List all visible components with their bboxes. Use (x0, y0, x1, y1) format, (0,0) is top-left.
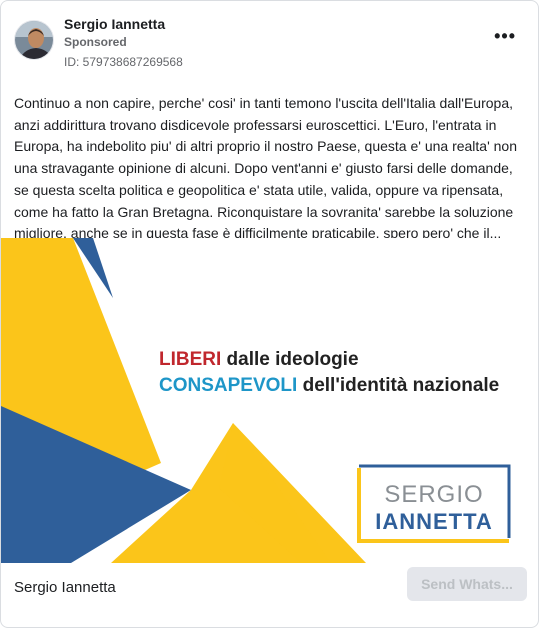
headline-line-2: CONSAPEVOLI dell'identità nazionale (159, 375, 499, 396)
ad-creative-image[interactable]: LIBERI dalle ideologie CONSAPEVOLI dell'… (1, 238, 538, 563)
sponsored-label: Sponsored (64, 35, 127, 49)
logo-line-1: SERGIO (384, 481, 483, 508)
creative-artwork: LIBERI dalle ideologie CONSAPEVOLI dell'… (1, 238, 538, 563)
sergio-iannetta-logo: SERGIO IANNETTA (357, 464, 513, 543)
advertiser-name[interactable]: Sergio Iannetta (64, 16, 165, 32)
headline-line-1: LIBERI dalle ideologie (159, 349, 359, 370)
ad-header: Sergio Iannetta Sponsored ID: 5797386872… (14, 15, 526, 71)
footer-page-name[interactable]: Sergio Iannetta (14, 579, 116, 596)
logo-line-2: IANNETTA (375, 509, 493, 534)
avatar-image (15, 21, 53, 59)
more-options-icon[interactable]: ••• (494, 27, 516, 45)
avatar[interactable] (14, 20, 54, 60)
ad-card: Sergio Iannetta Sponsored ID: 5797386872… (0, 0, 539, 628)
ad-id: ID: 579738687269568 (64, 55, 183, 69)
ad-body-text: Continuo a non capire, perche' cosi' in … (14, 95, 518, 242)
ad-footer: Sergio Iannetta Send Whats... (1, 563, 538, 627)
send-whatsapp-button[interactable]: Send Whats... (407, 567, 527, 601)
